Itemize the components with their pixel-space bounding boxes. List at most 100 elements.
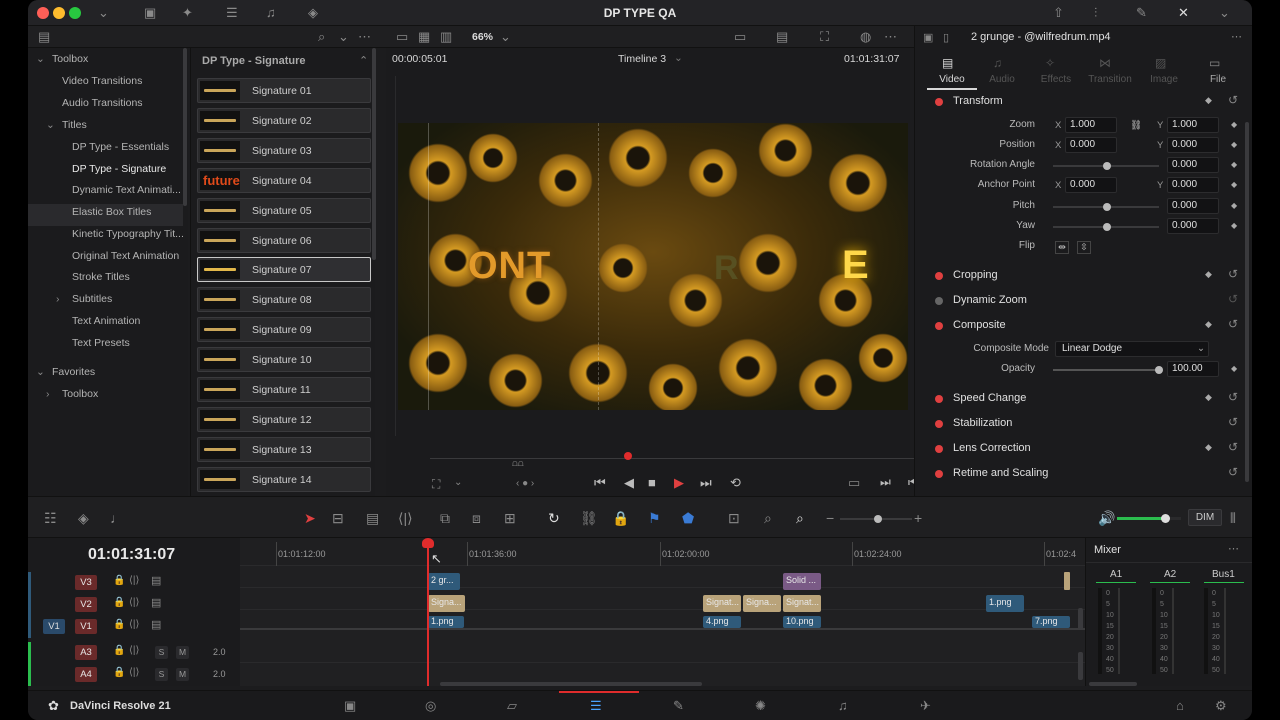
settings-gear-icon[interactable]: ⚙ xyxy=(1215,698,1227,714)
clip-v3-solid[interactable]: Solid ... xyxy=(783,573,821,590)
tab-transition[interactable]: Transition xyxy=(1085,74,1135,85)
auto-select-icon[interactable]: ⟨|⟩ xyxy=(129,575,139,586)
transform-icon[interactable]: ⛶ xyxy=(820,29,829,45)
clip-v2-signature-d[interactable]: Signat... xyxy=(783,595,821,612)
keyframe-icon[interactable]: ◆ xyxy=(1231,201,1237,210)
chevron-down-icon[interactable]: ⌄ xyxy=(1197,343,1205,354)
dynamic-trim-icon[interactable]: ▤ xyxy=(366,510,379,527)
lock-icon[interactable]: 🔒 xyxy=(612,510,629,527)
inspector-toggle-icon[interactable]: ✕ xyxy=(1178,5,1189,21)
snap-toggle-icon[interactable]: ↻ xyxy=(548,510,560,527)
opacity-field[interactable]: 100.00 xyxy=(1167,361,1219,377)
timeline-playhead[interactable] xyxy=(427,542,429,686)
tree-item-elastic-box[interactable]: Elastic Box Titles xyxy=(72,206,151,218)
library-item[interactable]: Signature 06 xyxy=(197,227,371,253)
auto-select-icon[interactable]: ⟨|⟩ xyxy=(129,667,139,678)
zoom-in-icon[interactable]: + xyxy=(914,510,922,526)
zoom-out-icon[interactable]: − xyxy=(826,510,834,526)
home-icon[interactable]: ⌂ xyxy=(1176,698,1184,713)
effects-tab-icon[interactable]: ✧ xyxy=(1045,56,1055,70)
timeline-tracks[interactable]: 2 gr... Solid ... Signa... Signat... Sig… xyxy=(240,566,1085,686)
mute-button[interactable]: M xyxy=(176,646,189,659)
match-frame-icon[interactable]: ▭ xyxy=(848,475,860,491)
yaw-field[interactable]: 0.000 xyxy=(1167,218,1219,234)
chevron-down-icon[interactable]: ⌄ xyxy=(1219,5,1230,21)
go-to-end-icon[interactable]: ⏭ xyxy=(700,475,712,491)
selection-tool-icon[interactable]: ➤ xyxy=(304,510,316,527)
file-tab-icon[interactable]: ▭ xyxy=(1209,56,1220,70)
zoom-detail-icon[interactable]: ⌕ xyxy=(764,510,772,527)
tree-item-text-presets[interactable]: Text Presets xyxy=(72,337,130,349)
timeline-ruler[interactable]: 01:01:12:00 01:01:36:00 01:02:00:00 01:02:2… xyxy=(240,538,1085,566)
zoom-full-icon[interactable]: ⊡ xyxy=(728,510,740,527)
keyframe-icon[interactable]: ◆ xyxy=(1231,140,1237,149)
split-icon[interactable]: ▯ xyxy=(943,31,949,44)
keyframe-icon[interactable]: ◆ xyxy=(1231,180,1237,189)
keyframe-icon[interactable]: ◆ xyxy=(1231,221,1237,230)
opacity-slider[interactable] xyxy=(1053,366,1163,374)
safe-area-icon[interactable]: ▥ xyxy=(440,29,452,45)
keyframe-icon[interactable]: ◆ xyxy=(1205,442,1212,453)
dim-button[interactable]: DIM xyxy=(1188,509,1222,526)
track-label[interactable]: A4 xyxy=(75,667,97,682)
chevron-right-icon[interactable]: › xyxy=(46,388,50,400)
solo-button[interactable]: S xyxy=(155,646,168,659)
lock-icon[interactable]: 🔒 xyxy=(113,667,125,678)
chevron-down-icon[interactable]: ⌄ xyxy=(454,477,462,488)
source-patch[interactable]: V1 xyxy=(43,619,65,634)
library-item[interactable]: Signature 01 xyxy=(197,78,371,103)
reset-icon[interactable]: ↺ xyxy=(1228,267,1238,281)
keyframe-icon[interactable]: ◆ xyxy=(1205,319,1212,330)
position-y-field[interactable]: 0.000 xyxy=(1167,137,1219,153)
clip-v1-10png[interactable]: 10.png xyxy=(783,616,821,628)
lock-icon[interactable]: 🔒 xyxy=(113,619,125,630)
master-volume-slider[interactable] xyxy=(1117,514,1181,523)
auto-select-icon[interactable]: ⟨|⟩ xyxy=(129,597,139,608)
inspector-scrollbar[interactable] xyxy=(1245,122,1249,482)
zoom-y-field[interactable]: 1.000 xyxy=(1167,117,1219,133)
keyframe-icon[interactable]: ◆ xyxy=(1231,160,1237,169)
tree-item-favorites[interactable]: Favorites xyxy=(52,366,95,378)
zoom-level[interactable]: 66% xyxy=(472,31,493,43)
flip-vertical-icon[interactable]: ⇳ xyxy=(1077,241,1091,254)
more-icon[interactable]: ⋯ xyxy=(358,29,371,45)
flip-horizontal-icon[interactable]: ⇹ xyxy=(1055,241,1069,254)
marker-icon[interactable]: ⬟ xyxy=(682,510,694,527)
rotation-slider[interactable] xyxy=(1053,162,1159,170)
link-icon[interactable]: ⛓ xyxy=(1130,120,1142,131)
library-item[interactable]: Signature 02 xyxy=(197,107,371,133)
more-icon[interactable]: ⋯ xyxy=(1228,542,1239,555)
clip-v2-png[interactable]: 1.png xyxy=(986,595,1024,612)
section-lens-correction[interactable]: Lens Correction ◆ ↺ xyxy=(921,438,1239,460)
library-item[interactable]: Signature 12 xyxy=(197,406,371,432)
snapping-icon[interactable]: ◈ xyxy=(78,510,89,527)
section-stabilization[interactable]: Stabilization ↺ xyxy=(921,413,1239,435)
tab-video[interactable]: Video xyxy=(927,74,977,85)
fusion-page-icon[interactable]: ✎ xyxy=(673,698,684,714)
tab-effects[interactable]: Effects xyxy=(1031,74,1081,85)
timeline-edit-page-icon[interactable]: ☰ xyxy=(590,698,602,714)
toolbox-scrollbar[interactable] xyxy=(183,48,187,206)
mixer-toggle-icon[interactable]: ⫴ xyxy=(1230,510,1236,527)
chevron-down-icon[interactable]: ⌄ xyxy=(46,119,55,131)
clip-v1-4png[interactable]: 4.png xyxy=(703,616,741,628)
blade-tool-icon[interactable]: ⟨|⟩ xyxy=(398,510,413,527)
microphone-icon[interactable]: ♩ xyxy=(110,510,124,526)
clip-v2-signature-c[interactable]: Signa... xyxy=(743,595,781,612)
trim-tool-icon[interactable]: ⊟ xyxy=(332,510,344,527)
anchor-y-field[interactable]: 0.000 xyxy=(1167,177,1219,193)
replace-clip-icon[interactable]: ⊞ xyxy=(504,510,516,527)
chevron-down-icon[interactable]: ⌄ xyxy=(338,29,349,45)
viewer-mode-icon[interactable]: ▭ xyxy=(396,29,408,45)
chevron-right-icon[interactable]: › xyxy=(56,293,60,305)
library-scrollbar[interactable] xyxy=(372,48,376,260)
position-x-field[interactable]: 0.000 xyxy=(1065,137,1117,153)
metadata-pen-icon[interactable]: ✎ xyxy=(1136,5,1147,21)
lock-icon[interactable]: 🔒 xyxy=(113,575,125,586)
library-item[interactable]: future Signature 04 xyxy=(197,167,371,193)
more-icon[interactable]: ⋯ xyxy=(884,29,897,45)
library-item[interactable]: Signature 13 xyxy=(197,436,371,462)
timeline-name[interactable]: Timeline 3 xyxy=(618,53,666,65)
tree-item-favorites-toolbox[interactable]: Toolbox xyxy=(62,388,98,400)
section-dynamic-zoom[interactable]: Dynamic Zoom ↺ xyxy=(921,290,1239,312)
